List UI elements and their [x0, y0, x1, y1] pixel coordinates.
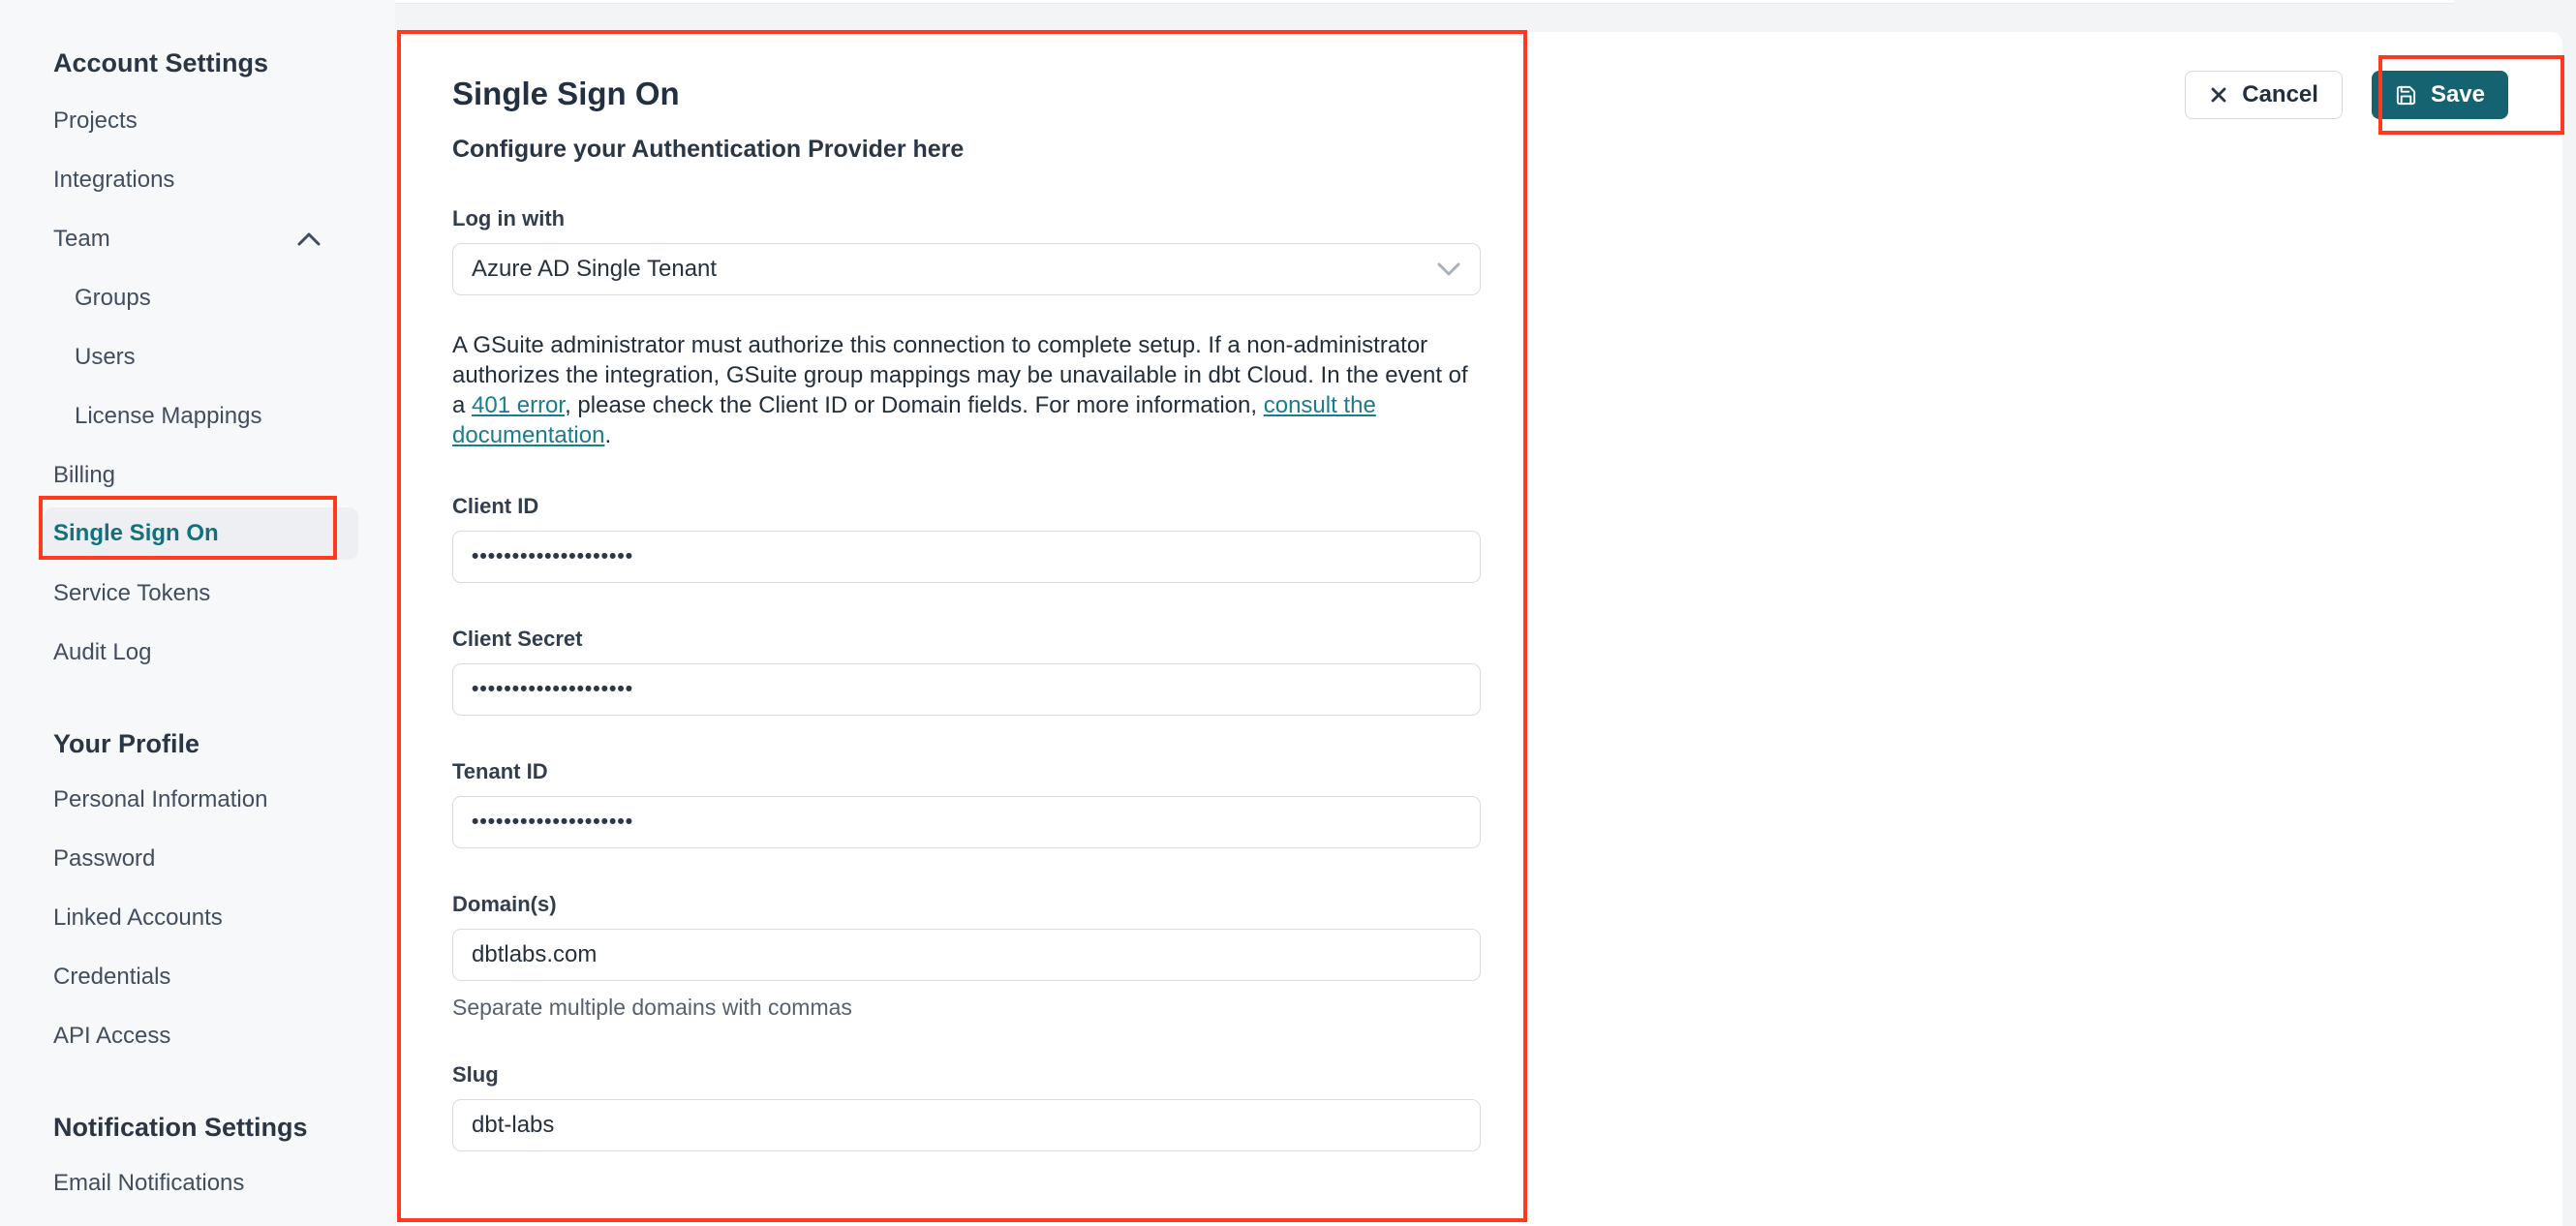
- sidebar-item-api-access[interactable]: API Access: [0, 1006, 395, 1065]
- sidebar-item-label: Users: [75, 343, 136, 370]
- client-secret-input[interactable]: [452, 663, 1481, 716]
- sidebar-item-integrations[interactable]: Integrations: [0, 150, 395, 209]
- sidebar-item-credentials[interactable]: Credentials: [0, 947, 395, 1006]
- sidebar-item-label: Email Notifications: [53, 1169, 245, 1196]
- sidebar-item-label: Team: [53, 225, 110, 252]
- top-bar-edge: [395, 0, 2454, 4]
- cancel-button[interactable]: Cancel: [2185, 71, 2343, 119]
- sidebar-item-label: Billing: [53, 461, 116, 488]
- x-icon: [2209, 85, 2228, 105]
- save-button-label: Save: [2430, 81, 2485, 107]
- sidebar-item-label: Password: [53, 844, 156, 872]
- sidebar-item-service-tokens[interactable]: Service Tokens: [0, 564, 395, 623]
- sidebar-item-users[interactable]: Users: [0, 327, 395, 386]
- single-sign-on-panel: Single Sign On Configure your Authentica…: [396, 32, 2562, 1226]
- floppy-disk-icon: [2395, 84, 2417, 107]
- sidebar-item-groups[interactable]: Groups: [0, 268, 395, 327]
- form-actions: Cancel Save: [2185, 71, 2508, 119]
- save-button[interactable]: Save: [2371, 71, 2508, 119]
- sidebar-item-team[interactable]: Team: [0, 209, 395, 268]
- notice-text: .: [604, 422, 612, 448]
- sidebar-item-audit-log[interactable]: Audit Log: [0, 623, 395, 682]
- sidebar-section-notification-settings: Notification Settings: [53, 1113, 308, 1142]
- sidebar-item-label: Audit Log: [53, 638, 152, 665]
- cancel-button-label: Cancel: [2242, 81, 2318, 107]
- sidebar-item-personal-information[interactable]: Personal Information: [0, 770, 395, 829]
- account-settings-page: Account Settings Projects Integrations T…: [0, 0, 2576, 1226]
- sidebar-item-billing[interactable]: Billing: [0, 445, 395, 505]
- auth-provider-select[interactable]: Azure AD Single Tenant: [452, 243, 1481, 295]
- sidebar-item-email-notifications[interactable]: Email Notifications: [0, 1153, 395, 1212]
- sidebar-item-single-sign-on[interactable]: Single Sign On: [44, 507, 358, 560]
- slug-label: Slug: [452, 1062, 499, 1087]
- domains-label: Domain(s): [452, 892, 557, 916]
- sidebar-item-label: API Access: [53, 1022, 171, 1049]
- sidebar-item-projects[interactable]: Projects: [0, 91, 395, 150]
- sidebar-item-label: Linked Accounts: [53, 904, 223, 931]
- tenant-id-input[interactable]: [452, 796, 1481, 848]
- gsuite-admin-notice: A GSuite administrator must authorize th…: [452, 330, 1482, 450]
- tenant-id-label: Tenant ID: [452, 759, 548, 783]
- auth-provider-selected-value: Azure AD Single Tenant: [472, 256, 718, 282]
- sidebar-item-label: Integrations: [53, 166, 175, 193]
- notice-text: , please check the Client ID or Domain f…: [565, 392, 1264, 418]
- sidebar-item-password[interactable]: Password: [0, 829, 395, 888]
- domains-input[interactable]: [452, 929, 1481, 981]
- sidebar-item-linked-accounts[interactable]: Linked Accounts: [0, 888, 395, 947]
- slug-input[interactable]: [452, 1099, 1481, 1151]
- log-in-with-label: Log in with: [452, 206, 566, 230]
- sidebar-item-label: License Mappings: [75, 402, 262, 429]
- sidebar-item-label: Personal Information: [53, 785, 268, 812]
- chevron-down-icon: [1436, 261, 1461, 277]
- chevron-up-icon: [296, 231, 322, 247]
- sidebar-item-label: Service Tokens: [53, 579, 211, 606]
- sidebar-section-your-profile: Your Profile: [53, 729, 200, 758]
- client-id-input[interactable]: [452, 531, 1481, 583]
- sidebar-item-label: Single Sign On: [53, 520, 219, 546]
- client-secret-label: Client Secret: [452, 627, 583, 651]
- sidebar-item-label: Groups: [75, 284, 151, 311]
- sidebar-item-license-mappings[interactable]: License Mappings: [0, 386, 395, 445]
- 401-error-link[interactable]: 401 error: [472, 392, 565, 418]
- sidebar-item-label: Projects: [53, 107, 138, 134]
- sidebar-section-account-settings: Account Settings: [53, 48, 269, 77]
- page-subtitle: Configure your Authentication Provider h…: [452, 136, 965, 163]
- client-id-label: Client ID: [452, 494, 539, 518]
- page-title: Single Sign On: [452, 76, 680, 111]
- sidebar-item-label: Credentials: [53, 963, 171, 990]
- settings-sidebar: Account Settings Projects Integrations T…: [0, 0, 395, 1226]
- domains-helper-text: Separate multiple domains with commas: [452, 995, 852, 1020]
